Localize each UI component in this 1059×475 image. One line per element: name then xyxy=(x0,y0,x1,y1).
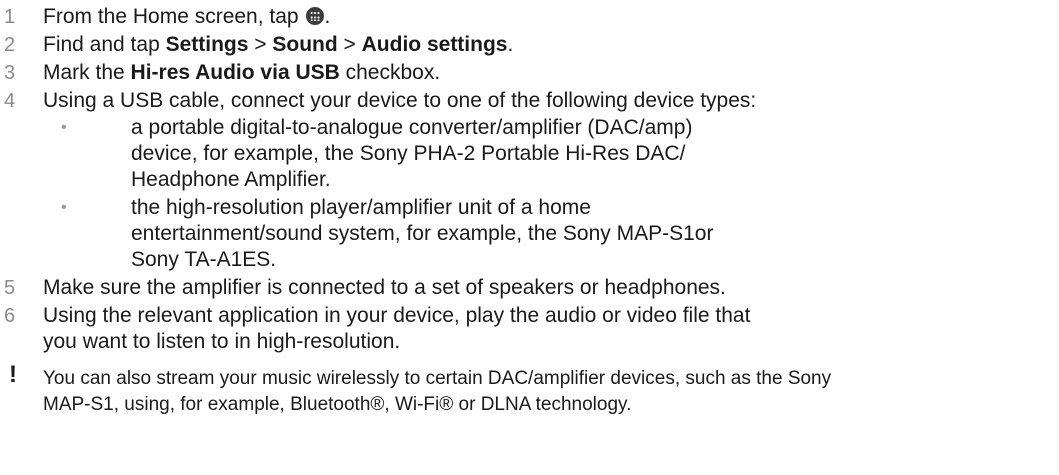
bullet-line: the high-resolution player/amplifier uni… xyxy=(131,196,591,219)
step-text: Mark the Hi-res Audio via USB checkbox. xyxy=(43,61,440,85)
step-text: Using a USB cable, connect your device t… xyxy=(43,89,757,112)
step-number: 2 xyxy=(4,34,16,56)
step-text: From the Home screen, tap . xyxy=(43,5,330,29)
step-text-part: . xyxy=(507,33,514,56)
step-text: Using the relevant application in your d… xyxy=(43,304,751,327)
bullet-line: a portable digital-to-analogue converter… xyxy=(131,116,693,139)
step-text-part: Find and tap xyxy=(43,33,166,56)
menu-path-audio-settings: Audio settings xyxy=(361,33,508,56)
step-text-part: Mark the xyxy=(43,61,131,84)
bullet-line: entertainment/sound system, for example,… xyxy=(131,222,714,245)
step-text-part: checkbox. xyxy=(339,61,441,84)
exclamation-icon: ! xyxy=(9,361,17,388)
path-separator: > xyxy=(337,33,362,56)
step-number: 4 xyxy=(4,90,16,112)
apps-grid-icon xyxy=(306,7,325,25)
note-line: MAP-S1, using, for example, Bluetooth®, … xyxy=(43,394,632,415)
menu-path-settings: Settings xyxy=(165,33,249,56)
step-text-part: From the Home screen, tap xyxy=(43,5,305,28)
step-text-continuation: you want to listen to in high-resolution… xyxy=(43,330,401,353)
bullet-marker: • xyxy=(61,119,67,136)
note-line: You can also stream your music wirelessl… xyxy=(43,368,832,389)
step-number: 3 xyxy=(4,62,16,84)
instruction-document: 1 From the Home screen, tap . 2 Find and… xyxy=(0,0,1059,475)
bullet-line: Sony TA-A1ES. xyxy=(131,248,277,271)
option-hi-res-audio: Hi-res Audio via USB xyxy=(130,61,340,84)
step-number: 1 xyxy=(4,6,16,28)
step-text: Find and tap Settings > Sound > Audio se… xyxy=(43,33,513,57)
step-text: Make sure the amplifier is connected to … xyxy=(43,276,726,299)
menu-path-sound: Sound xyxy=(272,33,338,56)
step-number: 5 xyxy=(4,277,16,299)
bullet-marker: • xyxy=(61,199,67,216)
path-separator: > xyxy=(248,33,273,56)
step-number: 6 xyxy=(4,305,16,327)
step-text-part: . xyxy=(324,5,331,28)
bullet-line: device, for example, the Sony PHA-2 Port… xyxy=(131,142,686,165)
bullet-line: Headphone Amplifier. xyxy=(131,168,331,191)
